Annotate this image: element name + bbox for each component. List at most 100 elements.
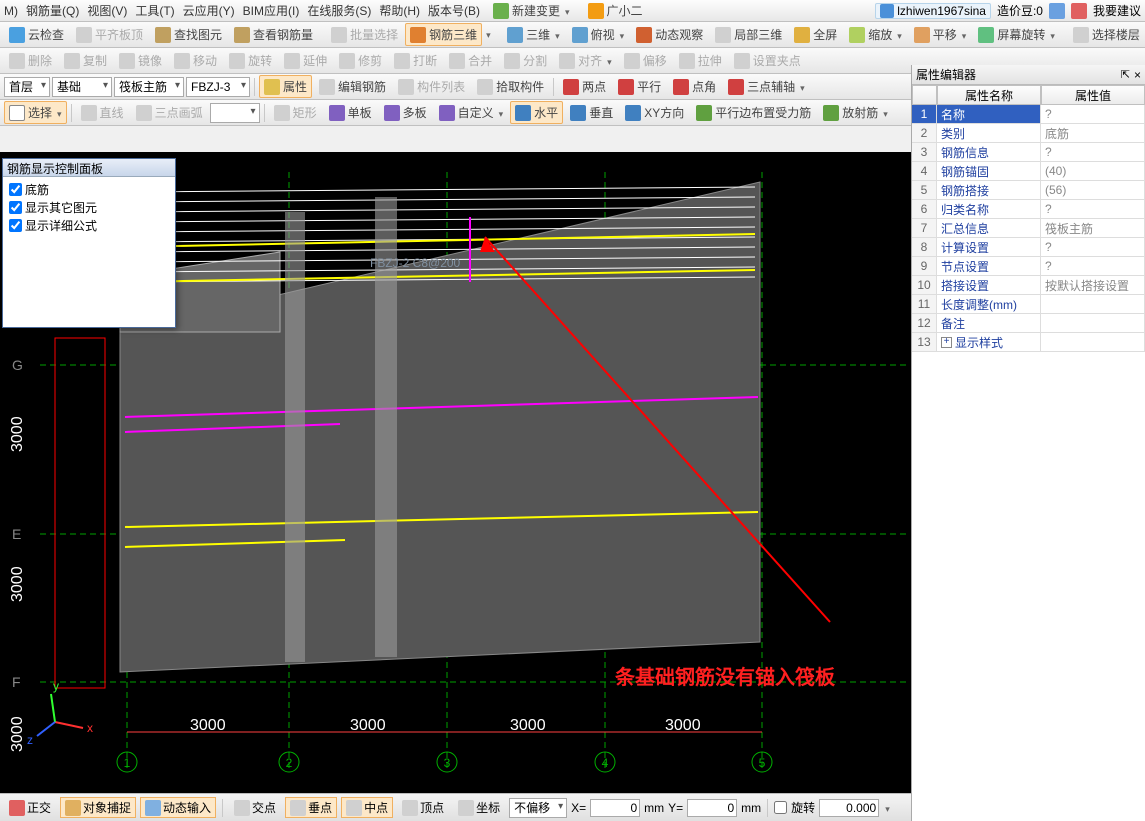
prop-value[interactable]: ? (1041, 257, 1145, 276)
dyn-view-button[interactable]: 动态观察 (631, 23, 708, 46)
prop-value[interactable]: (56) (1041, 181, 1145, 200)
property-row[interactable]: 6归类名称? (912, 200, 1145, 219)
ent-list-button[interactable]: 构件列表 (393, 75, 470, 98)
dyninput-toggle[interactable]: 动态输入 (140, 797, 216, 818)
rotate-checkbox[interactable] (774, 801, 787, 814)
copy-button[interactable]: 复制 (59, 49, 112, 72)
radiate-button[interactable]: 放射筋 (818, 101, 893, 124)
col-name[interactable]: 属性名称 (937, 85, 1041, 105)
move-button[interactable]: 移动 (169, 49, 222, 72)
gxe-button[interactable]: 广小二 (583, 0, 648, 22)
prop-value[interactable]: 筏板主筋 (1041, 219, 1145, 238)
prop-value[interactable]: ? (1041, 143, 1145, 162)
trim-button[interactable]: 修剪 (334, 49, 387, 72)
set-grip-button[interactable]: 设置夹点 (729, 49, 806, 72)
menu-cloud[interactable]: 云应用(Y) (183, 2, 235, 19)
parallel-edge-button[interactable]: 平行边布置受力筋 (691, 101, 816, 124)
delete-button[interactable]: 删除 (4, 49, 57, 72)
close-icon[interactable]: × (1134, 68, 1141, 82)
property-row[interactable]: 2类别底筋 (912, 124, 1145, 143)
menu-tools[interactable]: 工具(T) (135, 2, 174, 19)
menu-online[interactable]: 在线服务(S) (307, 2, 371, 19)
prop-value[interactable] (1041, 333, 1145, 352)
user-badge[interactable]: lzhiwen1967sina (875, 3, 991, 19)
shape-combo[interactable] (210, 103, 260, 123)
three-pt-aux-button[interactable]: 三点辅轴 (723, 75, 810, 98)
rotate-input[interactable] (819, 799, 879, 817)
rebar-display-panel[interactable]: 钢筋显示控制面板 底筋 显示其它图元 显示详细公式 (2, 158, 176, 328)
cloud-check-button[interactable]: 云检查 (4, 23, 69, 46)
prop-value[interactable] (1041, 295, 1145, 314)
property-row[interactable]: 1名称? (912, 105, 1145, 124)
offset-button[interactable]: 偏移 (619, 49, 672, 72)
stretch-button[interactable]: 拉伸 (674, 49, 727, 72)
prop-value[interactable] (1041, 314, 1145, 333)
view-rebar-qty-button[interactable]: 查看钢筋量 (229, 23, 318, 46)
two-point-button[interactable]: 两点 (558, 75, 611, 98)
merge-button[interactable]: 合并 (444, 49, 497, 72)
property-row[interactable]: 4钢筋锚固(40) (912, 162, 1145, 181)
line-button[interactable]: 直线 (76, 101, 129, 124)
prop-value[interactable]: ? (1041, 238, 1145, 257)
screen-rotate-button[interactable]: 屏幕旋转 (973, 23, 1060, 46)
single-button[interactable]: 单板 (324, 101, 377, 124)
xy-dir-button[interactable]: XY方向 (620, 101, 689, 124)
new-change-button[interactable]: 新建变更 (488, 0, 575, 22)
property-row[interactable]: 8计算设置? (912, 238, 1145, 257)
break-button[interactable]: 打断 (389, 49, 442, 72)
x-input[interactable] (590, 799, 640, 817)
menu-m[interactable]: M) (4, 4, 18, 18)
coord-snap[interactable]: 坐标 (453, 797, 505, 818)
bell-icon[interactable] (1049, 3, 1065, 19)
menu-bim[interactable]: BIM应用(I) (243, 2, 300, 19)
chk-show-other[interactable]: 显示其它图元 (9, 199, 169, 216)
properties-button[interactable]: 属性 (259, 75, 312, 98)
property-row[interactable]: 13+显示样式 (912, 333, 1145, 352)
split-button[interactable]: 分割 (499, 49, 552, 72)
perp-snap[interactable]: 垂点 (285, 797, 337, 818)
menu-view[interactable]: 视图(V) (87, 2, 127, 19)
find-ent-button[interactable]: 查找图元 (150, 23, 227, 46)
chk-show-formula[interactable]: 显示详细公式 (9, 217, 169, 234)
rotate-button[interactable]: 旋转 (224, 49, 277, 72)
floor-combo[interactable]: 首层 (4, 77, 50, 97)
flat-top-button[interactable]: 平齐板顶 (71, 23, 148, 46)
custom-button[interactable]: 自定义 (434, 101, 509, 124)
menu-rebarqty[interactable]: 钢筋量(Q) (26, 2, 79, 19)
zoom-button[interactable]: 缩放 (844, 23, 907, 46)
extend-button[interactable]: 延伸 (279, 49, 332, 72)
select-floor-button[interactable]: 选择楼层 (1068, 23, 1145, 46)
cross-snap[interactable]: 交点 (229, 797, 281, 818)
y-input[interactable] (687, 799, 737, 817)
subcategory-combo[interactable]: 筏板主筋 (114, 77, 184, 97)
prop-value[interactable]: 底筋 (1041, 124, 1145, 143)
rect-button[interactable]: 矩形 (269, 101, 322, 124)
category-combo[interactable]: 基础 (52, 77, 112, 97)
fullscreen-button[interactable]: 全屏 (789, 23, 842, 46)
pick-ent-button[interactable]: 拾取构件 (472, 75, 549, 98)
rebar-panel-title[interactable]: 钢筋显示控制面板 (3, 159, 175, 177)
prop-value[interactable]: ? (1041, 105, 1145, 124)
three-d-button[interactable]: 三维 (502, 23, 565, 46)
select-tool-button[interactable]: 选择 (4, 101, 67, 124)
property-panel-title[interactable]: 属性编辑器⇱× (912, 65, 1145, 85)
parallel-button[interactable]: 平行 (613, 75, 666, 98)
feedback-button[interactable]: 我要建议 (1093, 2, 1141, 19)
property-row[interactable]: 10搭接设置按默认搭接设置 (912, 276, 1145, 295)
vertical-button[interactable]: 垂直 (565, 101, 618, 124)
pin-icon[interactable]: ⇱ (1121, 68, 1130, 81)
menu-version[interactable]: 版本号(B) (428, 2, 480, 19)
angle-button[interactable]: 点角 (668, 75, 721, 98)
pan-button[interactable]: 平移 (909, 23, 972, 46)
col-val[interactable]: 属性值 (1041, 85, 1145, 105)
multi-button[interactable]: 多板 (379, 101, 432, 124)
property-row[interactable]: 12备注 (912, 314, 1145, 333)
arc-button[interactable]: 三点画弧 (131, 101, 208, 124)
property-row[interactable]: 9节点设置? (912, 257, 1145, 276)
item-combo[interactable]: FBZJ-3 (186, 77, 250, 97)
edit-rebar-button[interactable]: 编辑钢筋 (314, 75, 391, 98)
overlook-button[interactable]: 俯视 (567, 23, 630, 46)
prop-value[interactable]: ? (1041, 200, 1145, 219)
ortho-toggle[interactable]: 正交 (4, 797, 56, 818)
property-row[interactable]: 5钢筋搭接(56) (912, 181, 1145, 200)
